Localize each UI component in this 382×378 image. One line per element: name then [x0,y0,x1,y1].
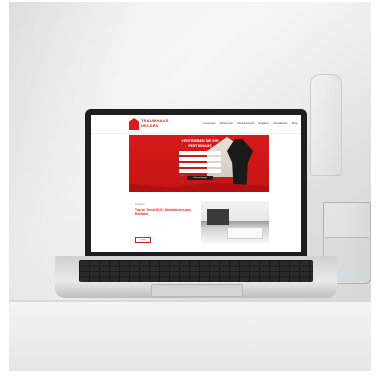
table-top [9,302,371,371]
nav-item-referenzen[interactable]: Referenzen [220,122,233,126]
site-header: TRAUMHAUS HELDEN Leistungen Referenzen W… [91,115,301,134]
nav-item-ratgeber[interactable]: Ratgeber [258,122,269,126]
hero-title: VERTRIEBEN SIE IHR FERTIGHAUS [175,139,225,148]
site-logo[interactable]: TRAUMHAUS HELDEN [141,118,169,128]
hero-title-line1: VERTRIEBEN SIE IHR [181,139,219,143]
kitchen-image[interactable] [201,201,269,245]
logo-line2: HELDEN [141,123,159,128]
email-field[interactable]: E-Mail [179,163,221,177]
trackpad [151,284,243,297]
kitchen-island [227,227,263,239]
nav-item-kontakt[interactable]: Kontaktieren [273,122,288,126]
hero-submit-button[interactable]: Jetzt anfragen [187,176,213,180]
laptop-base [55,256,337,298]
nav-item-wohnkonzepte[interactable]: Wohnkonzepte [237,122,254,126]
email-field-placeholder: E-Mail [180,175,187,177]
name-field[interactable]: Name [179,151,221,165]
location-field[interactable]: Ort [179,169,221,183]
hero-title-line2: FERTIGHAUS [188,143,212,148]
hero-form: VERTRIEBEN SIE IHR FERTIGHAUS Name Telef… [175,139,225,187]
logo-icon[interactable] [129,118,139,130]
article-title[interactable]: Top im Trend 2021: Wohnküchen aus Edelho… [135,208,195,216]
glass-vase [310,74,342,176]
keyboard [79,260,313,282]
site-nav: Leistungen Referenzen Wohnkonzepte Ratge… [203,122,301,126]
laptop-screen: TRAUMHAUS HELDEN Leistungen Referenzen W… [91,115,301,252]
photo-frame: TRAUMHAUS HELDEN Leistungen Referenzen W… [9,2,371,371]
kitchen-cabinet [207,209,229,225]
article-kicker: Ratgeber [135,203,145,206]
nav-item-leistungen[interactable]: Leistungen [203,122,216,126]
location-field-placeholder: Ort [180,181,184,183]
article-read-button[interactable]: Lesen [135,237,151,243]
nav-item-shop[interactable]: Shop [292,122,298,126]
laptop-lid: TRAUMHAUS HELDEN Leistungen Referenzen W… [85,109,307,256]
phone-field[interactable]: Telefon [179,157,221,171]
